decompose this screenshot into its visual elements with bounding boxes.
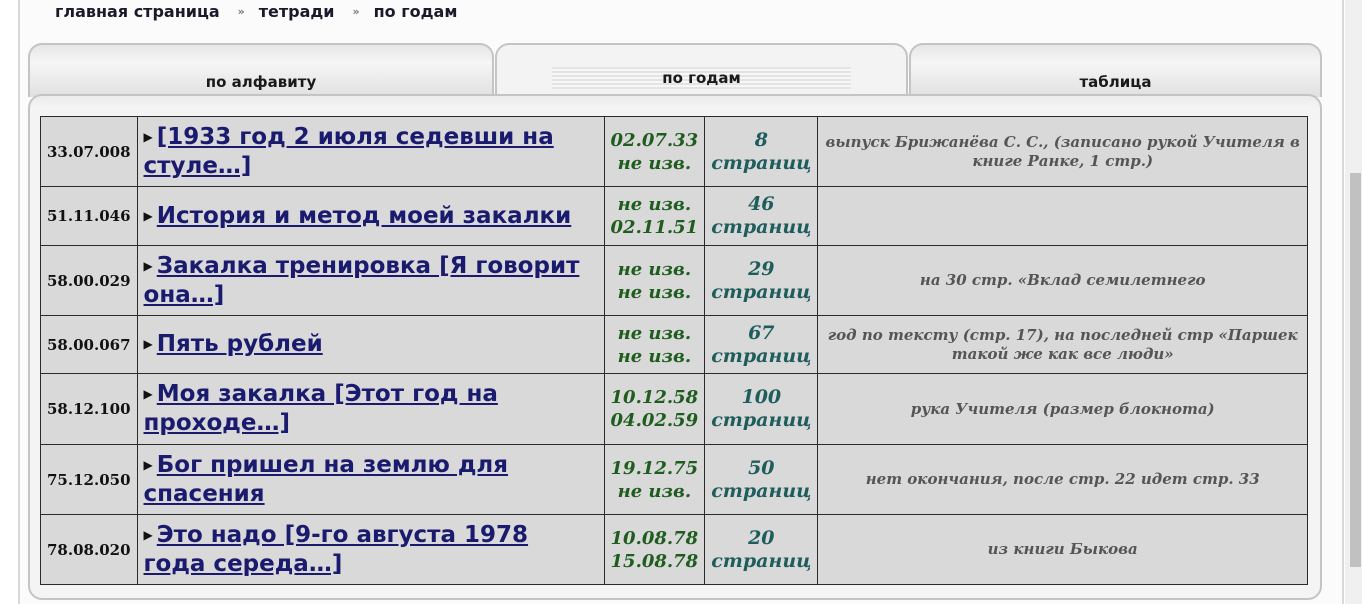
table-row: 75.12.050 ▶ Бог пришел на землю для спасе…	[40, 444, 1308, 515]
breadcrumb-separator: »	[237, 4, 245, 18]
table-row: 33.07.008 ▶ [1933 год 2 июля седевши на с…	[40, 116, 1308, 187]
triangle-icon: ▶	[143, 527, 153, 542]
row-pages-count: 29	[748, 257, 775, 280]
row-title-link[interactable]: [1933 год 2 июля седевши на стуле…]	[144, 124, 554, 179]
row-title-link[interactable]: Бог пришел на землю для спасения	[144, 452, 509, 507]
row-pages-word: страниц	[711, 479, 812, 502]
row-pages: 29 страниц	[704, 245, 819, 316]
table-row: 58.00.067 ▶ Пять рублей не изв. не изв. 67…	[40, 315, 1308, 374]
scrollbar-thumb[interactable]	[1350, 173, 1361, 567]
row-date-end: 02.11.51	[610, 217, 699, 238]
row-date-end: 04.02.59	[610, 410, 699, 431]
row-title-link[interactable]: Пять рублей	[157, 331, 323, 357]
row-pages: 50 страниц	[704, 444, 819, 515]
row-pages: 67 страниц	[704, 315, 819, 374]
row-dates: 02.07.33 не изв.	[603, 116, 706, 187]
triangle-icon: ▶	[143, 387, 153, 401]
row-date-end: не изв.	[617, 345, 692, 367]
row-pages-word: страниц	[711, 280, 812, 303]
row-pages-word: страниц	[711, 151, 812, 174]
breadcrumb-current: по годам	[373, 1, 458, 21]
row-date-end: 15.08.78	[610, 550, 699, 572]
row-note: из книги Быкова	[817, 514, 1308, 585]
table-row: 51.11.046 ▶ История и метод моей закалки …	[40, 186, 1308, 246]
tab-alphabetical[interactable]: по алфавиту	[28, 43, 494, 97]
row-dates: 10.12.58 04.02.59	[603, 373, 706, 445]
row-date-start: 10.12.58	[610, 387, 699, 408]
row-note: рука Учителя (размер блокнота)	[817, 373, 1308, 445]
row-pages-count: 100	[741, 386, 782, 408]
row-title-cell: ▶ Это надо [9-го августа 1978 года середа…	[136, 514, 605, 585]
row-note: год по тексту (стр. 17), на последней ст…	[817, 315, 1308, 374]
breadcrumb-separator: »	[352, 4, 360, 18]
row-title-link[interactable]: История и метод моей закалки	[157, 203, 572, 229]
row-pages: 46 страниц	[704, 186, 819, 246]
row-pages: 8 страниц	[704, 116, 819, 187]
row-pages-count: 8	[754, 128, 768, 151]
row-pages-count: 50	[748, 456, 775, 479]
table-row: 58.00.029 ▶ Закалка тренировка [Я говорит…	[40, 245, 1308, 316]
row-date-start: 02.07.33	[610, 129, 699, 151]
row-date-start: не изв.	[617, 322, 692, 344]
row-code: 58.00.067	[40, 315, 138, 374]
triangle-icon: ▶	[143, 258, 153, 273]
table-row: 58.12.100 ▶ Моя закалка [Этот год на прох…	[40, 373, 1308, 445]
row-code: 33.07.008	[40, 116, 138, 187]
row-date-end: не изв.	[617, 480, 692, 502]
row-dates: не изв. 02.11.51	[603, 186, 706, 246]
row-note: нет окончания, после стр. 22 идет стр. 3…	[817, 444, 1308, 515]
row-pages-count: 67	[748, 321, 775, 344]
row-pages-word: страниц	[711, 344, 812, 367]
row-date-start: не изв.	[617, 194, 692, 215]
triangle-icon: ▶	[143, 208, 153, 223]
row-pages-count: 20	[748, 526, 775, 549]
breadcrumb: главная страница » тетради » по годам	[55, 0, 457, 22]
row-title-link[interactable]: Моя закалка [Этот год на проходе…]	[144, 381, 498, 436]
row-date-end: не изв.	[617, 152, 692, 174]
row-code: 51.11.046	[40, 186, 138, 246]
row-pages-word: страниц	[711, 216, 812, 238]
notebooks-table: 33.07.008 ▶ [1933 год 2 июля седевши на с…	[40, 116, 1308, 585]
row-code: 78.08.020	[40, 514, 138, 585]
row-code: 58.12.100	[40, 373, 138, 445]
tab-label: по годам	[552, 67, 851, 89]
triangle-icon: ▶	[143, 457, 153, 472]
breadcrumb-home[interactable]: главная страница	[55, 2, 220, 21]
row-date-start: 10.08.78	[610, 527, 699, 549]
row-dates: не изв. не изв.	[603, 245, 706, 316]
row-title-cell: ▶ Закалка тренировка [Я говорит она…]	[136, 245, 605, 316]
triangle-icon: ▶	[143, 129, 153, 144]
tab-label: по алфавиту	[205, 73, 317, 91]
row-note: выпуск Брижанёва С. С., (записано рукой …	[817, 116, 1308, 187]
row-title-cell: ▶ [1933 год 2 июля седевши на стуле…]	[136, 116, 605, 187]
row-date-end: не изв.	[617, 281, 692, 303]
row-title-link[interactable]: Закалка тренировка [Я говорит она…]	[144, 253, 580, 308]
row-note: на 30 стр. «Вклад семилетнего	[817, 245, 1308, 316]
row-code: 75.12.050	[40, 444, 138, 515]
table-row: 78.08.020 ▶ Это надо [9-го августа 1978 г…	[40, 514, 1308, 585]
row-title-cell: ▶ Пять рублей	[136, 315, 605, 374]
tab-by-year[interactable]: по годам	[495, 43, 908, 101]
tab-bar: по алфавиту по годам таблица	[28, 43, 1322, 101]
row-code: 58.00.029	[40, 245, 138, 316]
row-pages: 20 страниц	[704, 514, 819, 585]
breadcrumb-notebooks[interactable]: тетради	[259, 2, 335, 21]
row-date-start: 19.12.75	[610, 457, 699, 479]
triangle-icon: ▶	[143, 337, 153, 351]
row-title-cell: ▶ История и метод моей закалки	[136, 186, 605, 246]
row-note	[817, 186, 1308, 246]
row-dates: 10.08.78 15.08.78	[603, 514, 706, 585]
row-title-cell: ▶ Бог пришел на землю для спасения	[136, 444, 605, 515]
row-dates: 19.12.75 не изв.	[603, 444, 706, 515]
row-dates: не изв. не изв.	[603, 315, 706, 374]
row-pages-word: страниц	[711, 549, 812, 572]
row-pages-count: 46	[748, 193, 775, 215]
row-title-link[interactable]: Это надо [9-го августа 1978 года середа……	[144, 522, 529, 577]
row-pages: 100 страниц	[704, 373, 819, 445]
row-title-cell: ▶ Моя закалка [Этот год на проходе…]	[136, 373, 605, 445]
tab-label: таблица	[1079, 73, 1152, 91]
tab-table[interactable]: таблица	[909, 43, 1322, 97]
row-date-start: не изв.	[617, 258, 692, 280]
row-pages-word: страниц	[711, 409, 812, 431]
